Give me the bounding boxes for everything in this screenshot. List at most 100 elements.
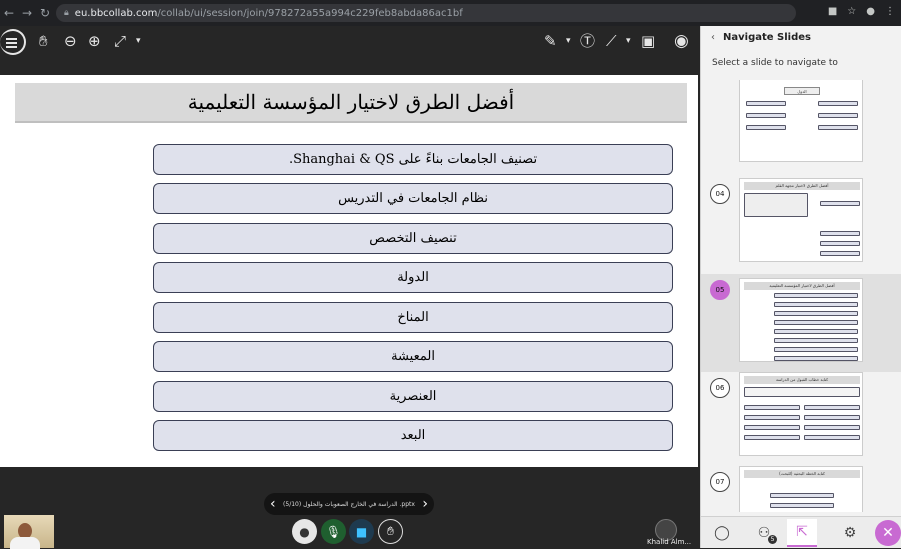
preview-line <box>774 356 858 361</box>
preview-line <box>774 329 858 334</box>
chevron-left-icon[interactable]: ‹ <box>711 32 715 43</box>
menu-line <box>6 42 17 44</box>
slide-number: 06 <box>710 378 730 398</box>
slide-list-item: المعيشة <box>153 341 673 372</box>
preview-line <box>744 435 800 440</box>
menu-button[interactable] <box>0 29 26 55</box>
preview-line <box>818 101 858 106</box>
preview-title: أفضل الطرق لاختيار مجهة القلم <box>744 182 860 190</box>
preview-line <box>744 415 800 420</box>
hand-pan-icon[interactable]: ✋︎ <box>39 31 48 51</box>
preview-line <box>744 405 800 410</box>
slide-preview: أفضل الطرق لاختيار مجهة القلم <box>739 178 863 262</box>
bookmark-star-icon[interactable]: ☆ <box>847 6 856 17</box>
preview-title: الدول <box>784 87 820 95</box>
fit-screen-icon[interactable]: ⤢ <box>114 31 126 51</box>
slide-thumbnail-list[interactable]: الدول 04 أفضل الطرق لاختيار مجهة القلم 0… <box>701 80 901 512</box>
menu-line <box>6 38 17 40</box>
navigate-slides-panel: ‹ Navigate Slides Select a slide to navi… <box>700 26 901 548</box>
line-tool-icon[interactable]: ⟋ <box>606 31 617 51</box>
chevron-down-icon[interactable]: ▾ <box>566 31 571 51</box>
preview-line <box>804 435 860 440</box>
url-text: eu.bbcollab.com/collab/ui/session/join/9… <box>75 8 463 19</box>
url-path: /collab/ui/session/join/978272a55a994c22… <box>157 7 463 19</box>
slide-list-item: الدولة <box>153 262 673 293</box>
close-icon[interactable]: ✕ <box>875 520 901 546</box>
panel-tab-bar: ◯ ⚇ 5 ⇱ ⚙ ✕ <box>701 516 901 548</box>
preview-line <box>818 125 858 130</box>
whiteboard-toolbar: ✋︎ ⊖ ⊕ ⤢ ▾ ✎ ▾ Ⓣ ⟋ ▾ ▣ ◉ <box>0 26 700 56</box>
slide-stage: أفضل الطرق لاختيار المؤسسة التعليمية تصن… <box>0 56 700 488</box>
profile-icon[interactable]: ● <box>866 6 875 17</box>
preview-line <box>818 113 858 118</box>
preview-block <box>744 387 860 397</box>
preview-line <box>746 125 786 130</box>
next-slide-icon[interactable]: › <box>422 496 428 512</box>
preview-title: كتابة خطاب القبول من الدراسة <box>744 376 860 384</box>
chat-icon[interactable]: ◯ <box>707 519 737 547</box>
preview-line <box>804 405 860 410</box>
user-video-thumbnail[interactable] <box>4 515 54 549</box>
preview-line <box>804 415 860 420</box>
url-host: eu.bbcollab.com <box>74 7 158 19</box>
lock-icon: 🔒︎ <box>64 8 69 18</box>
raise-hand-icon[interactable]: ✋︎ <box>378 519 403 544</box>
slide-navigator: ‹ pptx. الدراسة في الخارج الصعوبات والحل… <box>264 493 434 515</box>
slide-thumbnail[interactable]: 04 أفضل الطرق لاختيار مجهة القلم <box>701 178 901 274</box>
slide-list-item: المناخ <box>153 302 673 333</box>
preview-line <box>820 251 860 256</box>
slide-preview: الدول <box>739 80 863 162</box>
slide-number: 04 <box>710 184 730 204</box>
preview-line <box>820 201 860 206</box>
slide-list-item: العنصرية <box>153 381 673 412</box>
share-content-icon[interactable]: ⇱ <box>787 519 817 547</box>
slide-thumbnail[interactable]: الدول <box>701 80 901 174</box>
preview-line <box>804 425 860 430</box>
participant-name: Khalid Alm... <box>647 538 692 546</box>
microphone-icon[interactable]: 🎙︎ <box>321 519 346 544</box>
panel-title: Navigate Slides <box>723 31 811 43</box>
slide-thumbnail[interactable]: 07 كتابة الخطة البحثية (للبحث) <box>701 466 901 512</box>
slide-list-item: نظام الجامعات في التدريس <box>153 183 673 214</box>
video-extension-icon[interactable]: ■ <box>828 6 837 17</box>
preview-block <box>744 193 808 217</box>
back-icon[interactable]: ← <box>0 6 18 20</box>
preview-line <box>744 425 800 430</box>
slide-thumbnail-active[interactable]: 05 أفضل الطرق لاختيار المؤسسة التعليمية <box>701 274 901 372</box>
record-icon[interactable]: ◉ <box>674 31 689 51</box>
browser-toolbar: ← → ↻ 🔒︎ eu.bbcollab.com/collab/ui/sessi… <box>0 0 901 26</box>
slide-list-item: تنصيف التخصص <box>153 223 673 254</box>
browser-menu-icon[interactable]: ⋮ <box>885 6 895 17</box>
avatar-button[interactable]: ● <box>292 519 317 544</box>
pen-icon[interactable]: ✎ <box>544 31 557 51</box>
zoom-out-icon[interactable]: ⊖ <box>64 31 77 51</box>
preview-title: أفضل الطرق لاختيار المؤسسة التعليمية <box>744 282 860 290</box>
settings-gear-icon[interactable]: ⚙ <box>835 519 865 547</box>
camera-icon[interactable]: ■ <box>349 519 374 544</box>
zoom-in-icon[interactable]: ⊕ <box>88 31 101 51</box>
slide-list-item: البعد <box>153 420 673 451</box>
attendees-icon[interactable]: ⚇ 5 <box>749 519 779 547</box>
preview-line <box>774 293 858 298</box>
session-controls: ● 🎙︎ ■ ✋︎ Khalid Alm... <box>0 515 700 549</box>
reload-icon[interactable]: ↻ <box>36 6 54 20</box>
slide-preview: كتابة الخطة البحثية (للبحث) <box>739 466 863 512</box>
preview-line <box>774 338 858 343</box>
slide-number: 07 <box>710 472 730 492</box>
slide-thumbnail[interactable]: 06 كتابة خطاب القبول من الدراسة <box>701 372 901 468</box>
shape-tool-icon[interactable]: ▣ <box>641 31 655 51</box>
address-bar[interactable]: 🔒︎ eu.bbcollab.com/collab/ui/session/joi… <box>56 4 796 22</box>
forward-icon[interactable]: → <box>18 6 36 20</box>
slide-preview: أفضل الطرق لاختيار المؤسسة التعليمية <box>739 278 863 362</box>
chevron-down-icon[interactable]: ▾ <box>136 31 141 51</box>
menu-line <box>6 46 17 48</box>
previous-slide-icon[interactable]: ‹ <box>270 496 276 512</box>
slide-number: 05 <box>710 280 730 300</box>
preview-title: كتابة الخطة البحثية (للبحث) <box>744 470 860 478</box>
preview-line <box>770 493 834 498</box>
preview-line <box>770 503 834 508</box>
slide-title-box: أفضل الطرق لاختيار المؤسسة التعليمية <box>15 83 687 123</box>
chevron-down-icon[interactable]: ▾ <box>626 31 631 51</box>
text-tool-icon[interactable]: Ⓣ <box>580 31 595 51</box>
slide-nav-label: pptx. الدراسة في الخارج الصعوبات والحلول… <box>283 500 415 508</box>
